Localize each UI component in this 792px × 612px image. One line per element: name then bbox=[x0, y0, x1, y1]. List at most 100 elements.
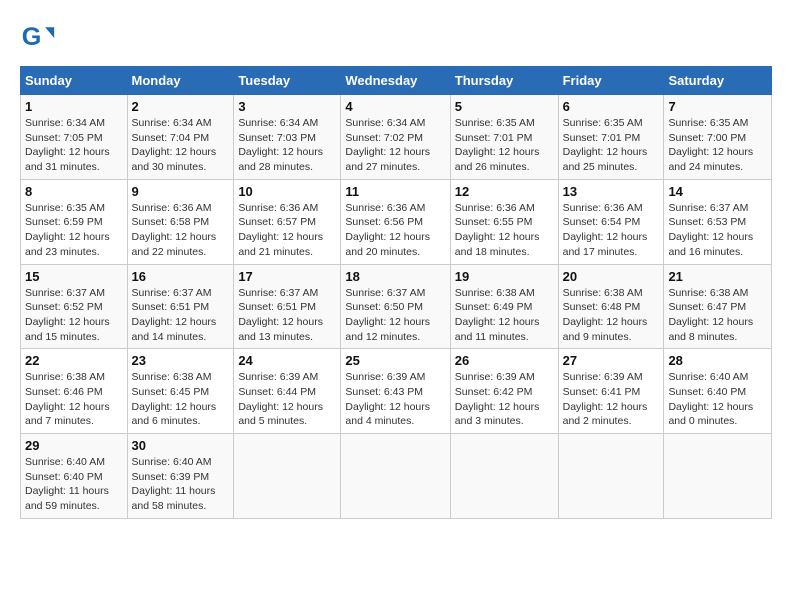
day-info-29: Sunrise: 6:40 AM Sunset: 6:40 PM Dayligh… bbox=[25, 455, 123, 514]
day-info-1: Sunrise: 6:34 AM Sunset: 7:05 PM Dayligh… bbox=[25, 116, 123, 175]
day-info-24: Sunrise: 6:39 AM Sunset: 6:44 PM Dayligh… bbox=[238, 370, 336, 429]
day-number-25: 25 bbox=[345, 353, 445, 368]
day-info-10: Sunrise: 6:36 AM Sunset: 6:57 PM Dayligh… bbox=[238, 201, 336, 260]
day-number-6: 6 bbox=[563, 99, 660, 114]
day-number-5: 5 bbox=[455, 99, 554, 114]
day-number-12: 12 bbox=[455, 184, 554, 199]
day-number-13: 13 bbox=[563, 184, 660, 199]
day-cell-26: 26 Sunrise: 6:39 AM Sunset: 6:42 PM Dayl… bbox=[450, 349, 558, 434]
day-cell-8: 8 Sunrise: 6:35 AM Sunset: 6:59 PM Dayli… bbox=[21, 179, 128, 264]
calendar-body: 1 Sunrise: 6:34 AM Sunset: 7:05 PM Dayli… bbox=[21, 95, 772, 519]
day-number-20: 20 bbox=[563, 269, 660, 284]
day-cell-6: 6 Sunrise: 6:35 AM Sunset: 7:01 PM Dayli… bbox=[558, 95, 664, 180]
day-info-16: Sunrise: 6:37 AM Sunset: 6:51 PM Dayligh… bbox=[132, 286, 230, 345]
col-thursday: Thursday bbox=[450, 67, 558, 95]
day-number-22: 22 bbox=[25, 353, 123, 368]
day-cell-27: 27 Sunrise: 6:39 AM Sunset: 6:41 PM Dayl… bbox=[558, 349, 664, 434]
day-cell-20: 20 Sunrise: 6:38 AM Sunset: 6:48 PM Dayl… bbox=[558, 264, 664, 349]
day-number-14: 14 bbox=[668, 184, 767, 199]
day-cell-3: 3 Sunrise: 6:34 AM Sunset: 7:03 PM Dayli… bbox=[234, 95, 341, 180]
day-info-4: Sunrise: 6:34 AM Sunset: 7:02 PM Dayligh… bbox=[345, 116, 445, 175]
day-number-27: 27 bbox=[563, 353, 660, 368]
empty-cell bbox=[664, 434, 772, 519]
day-cell-7: 7 Sunrise: 6:35 AM Sunset: 7:00 PM Dayli… bbox=[664, 95, 772, 180]
day-info-9: Sunrise: 6:36 AM Sunset: 6:58 PM Dayligh… bbox=[132, 201, 230, 260]
day-info-18: Sunrise: 6:37 AM Sunset: 6:50 PM Dayligh… bbox=[345, 286, 445, 345]
day-cell-17: 17 Sunrise: 6:37 AM Sunset: 6:51 PM Dayl… bbox=[234, 264, 341, 349]
day-info-25: Sunrise: 6:39 AM Sunset: 6:43 PM Dayligh… bbox=[345, 370, 445, 429]
day-number-23: 23 bbox=[132, 353, 230, 368]
day-info-13: Sunrise: 6:36 AM Sunset: 6:54 PM Dayligh… bbox=[563, 201, 660, 260]
day-info-20: Sunrise: 6:38 AM Sunset: 6:48 PM Dayligh… bbox=[563, 286, 660, 345]
day-number-9: 9 bbox=[132, 184, 230, 199]
svg-text:G: G bbox=[22, 23, 42, 51]
day-cell-30: 30 Sunrise: 6:40 AM Sunset: 6:39 PM Dayl… bbox=[127, 434, 234, 519]
day-cell-16: 16 Sunrise: 6:37 AM Sunset: 6:51 PM Dayl… bbox=[127, 264, 234, 349]
day-info-26: Sunrise: 6:39 AM Sunset: 6:42 PM Dayligh… bbox=[455, 370, 554, 429]
day-cell-14: 14 Sunrise: 6:37 AM Sunset: 6:53 PM Dayl… bbox=[664, 179, 772, 264]
day-info-7: Sunrise: 6:35 AM Sunset: 7:00 PM Dayligh… bbox=[668, 116, 767, 175]
day-cell-5: 5 Sunrise: 6:35 AM Sunset: 7:01 PM Dayli… bbox=[450, 95, 558, 180]
day-number-3: 3 bbox=[238, 99, 336, 114]
logo-icon: G bbox=[20, 20, 56, 56]
day-cell-12: 12 Sunrise: 6:36 AM Sunset: 6:55 PM Dayl… bbox=[450, 179, 558, 264]
day-cell-10: 10 Sunrise: 6:36 AM Sunset: 6:57 PM Dayl… bbox=[234, 179, 341, 264]
day-info-15: Sunrise: 6:37 AM Sunset: 6:52 PM Dayligh… bbox=[25, 286, 123, 345]
day-number-7: 7 bbox=[668, 99, 767, 114]
day-number-21: 21 bbox=[668, 269, 767, 284]
calendar-row-5: 29 Sunrise: 6:40 AM Sunset: 6:40 PM Dayl… bbox=[21, 434, 772, 519]
day-cell-28: 28 Sunrise: 6:40 AM Sunset: 6:40 PM Dayl… bbox=[664, 349, 772, 434]
calendar-header: Sunday Monday Tuesday Wednesday Thursday… bbox=[21, 67, 772, 95]
day-number-15: 15 bbox=[25, 269, 123, 284]
day-cell-24: 24 Sunrise: 6:39 AM Sunset: 6:44 PM Dayl… bbox=[234, 349, 341, 434]
calendar-row-4: 22 Sunrise: 6:38 AM Sunset: 6:46 PM Dayl… bbox=[21, 349, 772, 434]
day-number-10: 10 bbox=[238, 184, 336, 199]
day-cell-9: 9 Sunrise: 6:36 AM Sunset: 6:58 PM Dayli… bbox=[127, 179, 234, 264]
calendar-row-3: 15 Sunrise: 6:37 AM Sunset: 6:52 PM Dayl… bbox=[21, 264, 772, 349]
day-info-21: Sunrise: 6:38 AM Sunset: 6:47 PM Dayligh… bbox=[668, 286, 767, 345]
day-number-11: 11 bbox=[345, 184, 445, 199]
col-sunday: Sunday bbox=[21, 67, 128, 95]
day-number-28: 28 bbox=[668, 353, 767, 368]
calendar-row-2: 8 Sunrise: 6:35 AM Sunset: 6:59 PM Dayli… bbox=[21, 179, 772, 264]
day-number-26: 26 bbox=[455, 353, 554, 368]
day-number-30: 30 bbox=[132, 438, 230, 453]
day-cell-19: 19 Sunrise: 6:38 AM Sunset: 6:49 PM Dayl… bbox=[450, 264, 558, 349]
day-info-5: Sunrise: 6:35 AM Sunset: 7:01 PM Dayligh… bbox=[455, 116, 554, 175]
day-cell-22: 22 Sunrise: 6:38 AM Sunset: 6:46 PM Dayl… bbox=[21, 349, 128, 434]
day-info-3: Sunrise: 6:34 AM Sunset: 7:03 PM Dayligh… bbox=[238, 116, 336, 175]
day-info-19: Sunrise: 6:38 AM Sunset: 6:49 PM Dayligh… bbox=[455, 286, 554, 345]
day-cell-4: 4 Sunrise: 6:34 AM Sunset: 7:02 PM Dayli… bbox=[341, 95, 450, 180]
day-cell-1: 1 Sunrise: 6:34 AM Sunset: 7:05 PM Dayli… bbox=[21, 95, 128, 180]
day-cell-25: 25 Sunrise: 6:39 AM Sunset: 6:43 PM Dayl… bbox=[341, 349, 450, 434]
day-cell-11: 11 Sunrise: 6:36 AM Sunset: 6:56 PM Dayl… bbox=[341, 179, 450, 264]
empty-cell bbox=[234, 434, 341, 519]
day-info-8: Sunrise: 6:35 AM Sunset: 6:59 PM Dayligh… bbox=[25, 201, 123, 260]
day-number-17: 17 bbox=[238, 269, 336, 284]
day-number-4: 4 bbox=[345, 99, 445, 114]
day-info-17: Sunrise: 6:37 AM Sunset: 6:51 PM Dayligh… bbox=[238, 286, 336, 345]
col-wednesday: Wednesday bbox=[341, 67, 450, 95]
empty-cell bbox=[341, 434, 450, 519]
col-tuesday: Tuesday bbox=[234, 67, 341, 95]
day-info-6: Sunrise: 6:35 AM Sunset: 7:01 PM Dayligh… bbox=[563, 116, 660, 175]
day-info-14: Sunrise: 6:37 AM Sunset: 6:53 PM Dayligh… bbox=[668, 201, 767, 260]
day-number-1: 1 bbox=[25, 99, 123, 114]
col-monday: Monday bbox=[127, 67, 234, 95]
empty-cell bbox=[450, 434, 558, 519]
col-friday: Friday bbox=[558, 67, 664, 95]
day-number-29: 29 bbox=[25, 438, 123, 453]
calendar-table: Sunday Monday Tuesday Wednesday Thursday… bbox=[20, 66, 772, 519]
day-cell-2: 2 Sunrise: 6:34 AM Sunset: 7:04 PM Dayli… bbox=[127, 95, 234, 180]
day-number-19: 19 bbox=[455, 269, 554, 284]
col-saturday: Saturday bbox=[664, 67, 772, 95]
day-info-30: Sunrise: 6:40 AM Sunset: 6:39 PM Dayligh… bbox=[132, 455, 230, 514]
day-info-23: Sunrise: 6:38 AM Sunset: 6:45 PM Dayligh… bbox=[132, 370, 230, 429]
day-cell-13: 13 Sunrise: 6:36 AM Sunset: 6:54 PM Dayl… bbox=[558, 179, 664, 264]
day-number-24: 24 bbox=[238, 353, 336, 368]
day-info-11: Sunrise: 6:36 AM Sunset: 6:56 PM Dayligh… bbox=[345, 201, 445, 260]
day-info-28: Sunrise: 6:40 AM Sunset: 6:40 PM Dayligh… bbox=[668, 370, 767, 429]
day-number-18: 18 bbox=[345, 269, 445, 284]
empty-cell bbox=[558, 434, 664, 519]
day-info-12: Sunrise: 6:36 AM Sunset: 6:55 PM Dayligh… bbox=[455, 201, 554, 260]
